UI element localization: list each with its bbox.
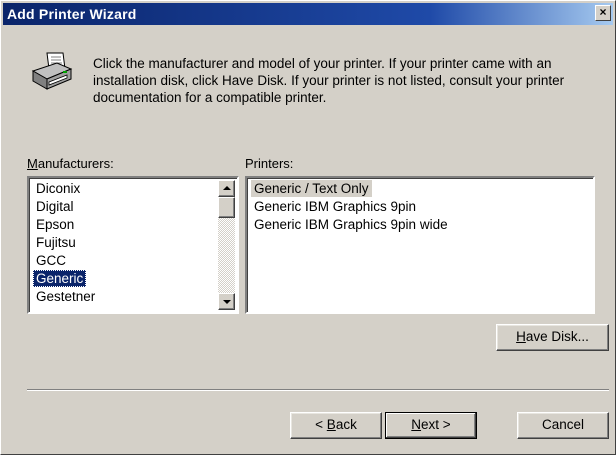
have-disk-label: ave Disk... <box>525 329 589 344</box>
next-button[interactable]: Next > <box>385 412 477 439</box>
printers-label: Printers: <box>245 156 294 171</box>
back-label: ack <box>335 417 357 432</box>
printer-icon <box>31 52 73 90</box>
separator <box>27 389 609 391</box>
list-item[interactable]: GCC <box>33 252 69 269</box>
have-disk-accel: H <box>516 329 526 344</box>
arrow-down-icon <box>223 300 231 304</box>
scroll-down-button[interactable] <box>218 293 235 310</box>
list-item[interactable]: Generic IBM Graphics 9pin <box>251 198 419 215</box>
list-item[interactable]: Epson <box>33 216 77 233</box>
add-printer-wizard-window: Add Printer Wizard × Click the manufactu… <box>0 0 616 455</box>
scroll-up-button[interactable] <box>218 180 235 197</box>
list-item-selected[interactable]: Generic / Text Only <box>251 180 372 197</box>
window-title: Add Printer Wizard <box>7 6 137 22</box>
title-bar[interactable]: Add Printer Wizard × <box>3 3 613 25</box>
printers-list[interactable]: Generic / Text Only Generic IBM Graphics… <box>245 176 595 314</box>
next-accel: N <box>411 417 422 432</box>
list-item[interactable]: Generic IBM Graphics 9pin wide <box>251 216 451 233</box>
list-item-selected[interactable]: Generic <box>33 270 87 287</box>
back-button[interactable]: < Back <box>290 412 382 439</box>
instructions-text: Click the manufacturer and model of your… <box>93 56 565 105</box>
back-prefix: < <box>315 417 327 432</box>
manufacturers-scrollbar[interactable] <box>218 180 235 310</box>
list-item[interactable]: Fujitsu <box>33 234 79 251</box>
back-accel: B <box>326 417 336 432</box>
manufacturers-label: Manufacturers: <box>27 156 114 171</box>
manufacturers-list[interactable]: Diconix Digital Epson Fujitsu GCC Generi… <box>27 176 239 314</box>
close-icon: × <box>599 5 607 19</box>
arrow-up-icon <box>223 186 231 190</box>
manufacturers-label-accel: M <box>27 156 38 171</box>
close-button[interactable]: × <box>595 5 611 21</box>
manufacturers-label-rest: anufacturers: <box>37 156 114 171</box>
next-label: ext > <box>421 417 451 432</box>
have-disk-button[interactable]: Have Disk... <box>496 324 609 351</box>
scroll-thumb[interactable] <box>218 197 235 218</box>
cancel-button[interactable]: Cancel <box>517 412 609 439</box>
list-item[interactable]: Digital <box>33 198 77 215</box>
list-item[interactable]: Diconix <box>33 180 83 197</box>
list-item[interactable]: Gestetner <box>33 288 98 305</box>
